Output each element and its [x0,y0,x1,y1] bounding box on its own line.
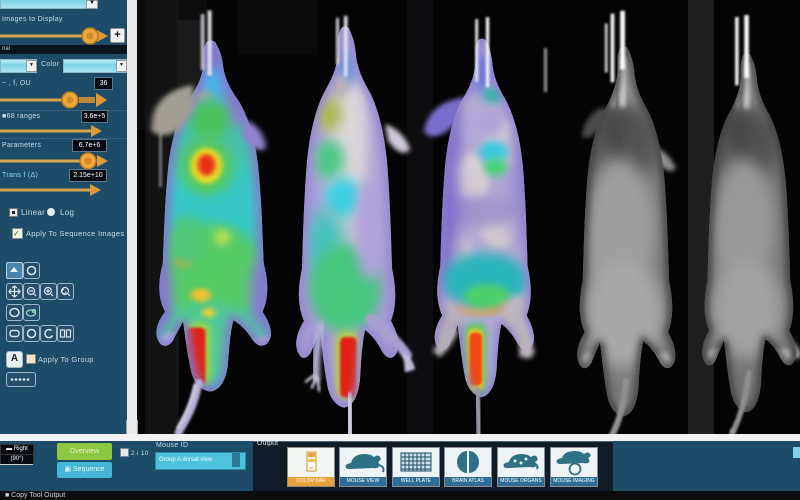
svg-text:id: id [309,465,312,470]
